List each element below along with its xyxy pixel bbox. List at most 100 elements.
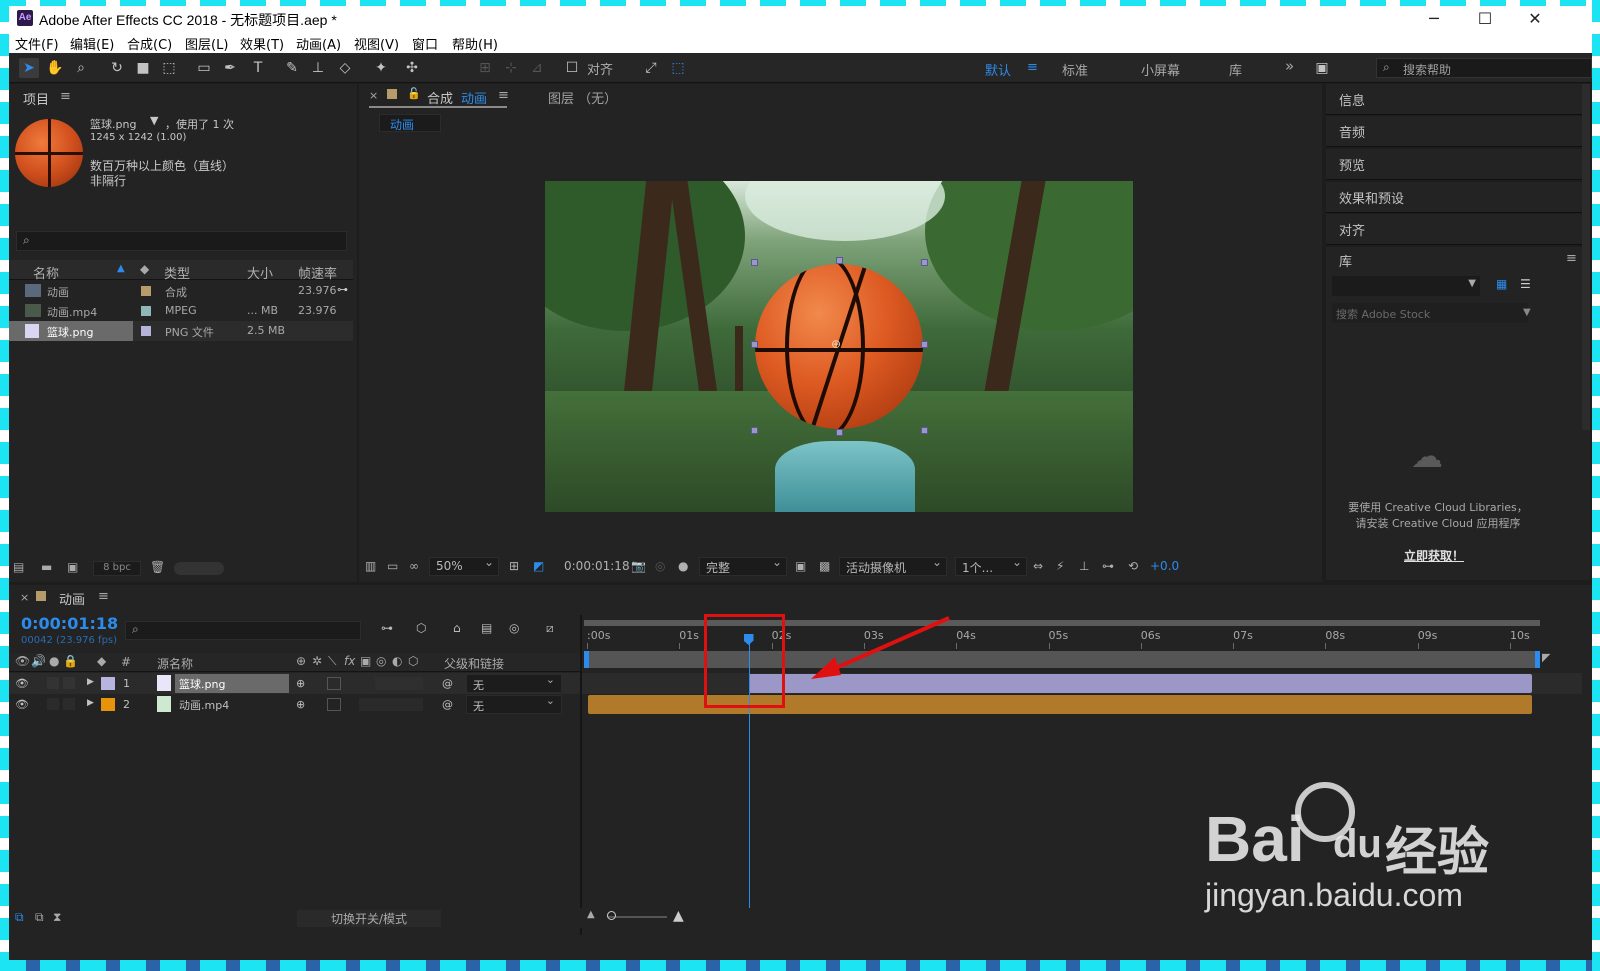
parent-dropdown[interactable]: 无 <box>466 673 562 693</box>
new-folder-icon[interactable]: ▬ <box>41 560 52 574</box>
library-menu-icon[interactable]: ≡ <box>1566 251 1577 266</box>
comp-marker-bin-icon[interactable]: ◤ <box>1542 651 1550 664</box>
toggle-switches-modes-button[interactable]: 切换开关/模式 <box>297 910 441 927</box>
type-tool-icon[interactable]: T <box>248 58 268 78</box>
timeline-current-time[interactable]: 0:00:01:18 <box>21 614 118 633</box>
label-col-icon[interactable]: ◆ <box>97 654 106 668</box>
snapshot-icon[interactable]: 📷 <box>631 559 646 573</box>
transform-handle[interactable] <box>836 429 843 436</box>
navigator-end-handle[interactable] <box>1535 651 1540 668</box>
visibility-eye-icon[interactable]: 👁 <box>15 698 29 711</box>
minimize-button[interactable]: ─ <box>1411 8 1457 30</box>
col-size[interactable]: 大小 <box>247 263 273 282</box>
comp-breadcrumb[interactable]: 动画 <box>379 114 441 132</box>
adjustment-switch-icon[interactable]: ◐ <box>392 654 402 668</box>
layer-row[interactable]: 👁 ▶ 2 动画.mp4 ⊕ @ 无 <box>9 694 580 715</box>
flowchart-icon[interactable]: ⊶ <box>1102 559 1114 573</box>
snapping-icon[interactable]: ⤢ <box>641 58 661 78</box>
align-checkbox[interactable]: ☐ <box>562 58 582 78</box>
effects-presets-panel-tab[interactable]: 效果和预设 <box>1326 182 1590 213</box>
zoom-slider-handle[interactable] <box>607 911 616 920</box>
delete-icon[interactable]: 🗑 <box>150 560 165 574</box>
shy-switch-icon[interactable]: ⊕ <box>296 654 306 668</box>
zoom-out-icon[interactable]: ▲ <box>587 909 595 920</box>
region-of-interest-icon[interactable]: ▣ <box>795 559 806 573</box>
parent-link-col[interactable]: 父级和链接 <box>444 655 504 672</box>
frame-blend-switch-icon[interactable]: ▣ <box>360 654 371 668</box>
view-axis-icon[interactable]: ⊿ <box>527 58 547 78</box>
layer-number-col[interactable]: # <box>121 655 131 669</box>
roto-brush-tool-icon[interactable]: ✦ <box>371 58 391 78</box>
visibility-col-icon[interactable]: 👁 <box>15 654 30 668</box>
timeline-comp-name[interactable]: 动画 <box>59 589 85 608</box>
col-name[interactable]: 名称 <box>33 263 59 282</box>
layer-switches[interactable] <box>359 698 423 711</box>
list-view-icon[interactable]: ☰ <box>1520 277 1531 291</box>
transform-handle[interactable] <box>751 427 758 434</box>
more-workspaces-icon[interactable]: » <box>1285 57 1294 75</box>
view-layout-dropdown[interactable]: 1个... <box>955 555 1027 576</box>
draft-3d-icon[interactable]: ⬡ <box>416 621 426 635</box>
pick-whip-icon[interactable]: @ <box>442 677 453 690</box>
project-menu-icon[interactable]: ≡ <box>60 89 71 104</box>
transfer-controls-toggle-icon[interactable]: ⧉ <box>35 910 44 925</box>
workspace-menu-icon[interactable]: ≡ <box>1027 60 1038 75</box>
solo-toggle[interactable] <box>47 698 59 710</box>
3d-switch-icon[interactable]: ⬡ <box>408 654 418 668</box>
timeline-zoom-slider[interactable] <box>607 916 667 918</box>
brush-tool-icon[interactable]: ✎ <box>282 58 302 78</box>
workspace-default[interactable]: 默认 <box>985 60 1011 79</box>
expand-triangle-icon[interactable]: ▶ <box>87 698 94 708</box>
timeline-menu-icon[interactable]: ≡ <box>98 589 109 604</box>
close-tab-icon[interactable]: × <box>369 89 378 102</box>
exposure-value[interactable]: +0.0 <box>1150 559 1179 573</box>
rectangle-tool-icon[interactable]: ▭ <box>194 58 214 78</box>
composition-viewer[interactable]: ⊕ <box>545 181 1133 512</box>
comp-tab-menu-icon[interactable]: ≡ <box>498 88 509 103</box>
workspace-library[interactable]: 库 <box>1229 60 1242 79</box>
adobe-stock-search-input[interactable]: 搜索 Adobe Stock <box>1332 303 1528 323</box>
color-depth-button[interactable]: 8 bpc <box>93 561 141 576</box>
motion-blur-switch-icon[interactable]: ◎ <box>376 654 386 668</box>
quality-switch-icon[interactable]: ⟍ <box>328 654 336 669</box>
label-tag-icon[interactable]: ◆ <box>140 262 149 276</box>
transform-handle[interactable] <box>751 259 758 266</box>
monitor-icon[interactable]: ▭ <box>387 559 398 573</box>
project-item-image[interactable]: 篮球.png PNG 文件 2.5 MB <box>9 321 353 341</box>
layer-label-color[interactable] <box>101 698 115 711</box>
transform-handle[interactable] <box>751 341 758 348</box>
get-now-link[interactable]: 立即获取！ <box>1404 547 1464 564</box>
mask-visibility-icon[interactable]: ◩ <box>533 559 544 573</box>
motion-blur-icon[interactable]: ◎ <box>509 621 519 635</box>
toggle-pixel-aspect-icon[interactable]: ⇔ <box>1033 559 1043 573</box>
project-search-input[interactable]: ⌕ <box>16 231 347 251</box>
local-axis-icon[interactable]: ⊞ <box>475 58 495 78</box>
transform-handle[interactable] <box>921 341 928 348</box>
layer-name[interactable]: 篮球.png <box>175 674 289 693</box>
menu-file[interactable]: 文件(F) <box>15 34 59 53</box>
camera-view-dropdown[interactable]: 活动摄像机 <box>839 555 947 576</box>
lock-toggle[interactable] <box>63 677 75 689</box>
clone-stamp-tool-icon[interactable]: ⊥ <box>308 58 328 78</box>
lock-col-icon[interactable]: 🔒 <box>63 654 78 668</box>
align-panel-tab[interactable]: 对齐 <box>1326 214 1590 245</box>
expand-triangle-icon[interactable]: ▶ <box>87 677 94 687</box>
graph-editor-icon[interactable]: ⧄ <box>546 621 554 636</box>
close-button[interactable]: ✕ <box>1512 8 1558 30</box>
new-composition-icon[interactable]: ▣ <box>67 560 78 574</box>
navigator-start-handle[interactable] <box>584 651 589 668</box>
search-help-toggle-icon[interactable]: ▣ <box>1312 58 1332 78</box>
col-type[interactable]: 类型 <box>164 263 190 282</box>
pick-whip-icon[interactable]: @ <box>442 698 453 711</box>
menu-window[interactable]: 窗口 <box>412 34 438 53</box>
col-fps[interactable]: 帧速率 <box>298 263 337 282</box>
interpret-footage-icon[interactable]: ▤ <box>13 560 24 574</box>
resolution-dropdown[interactable]: 完整 <box>699 555 787 576</box>
fast-preview-icon[interactable]: ⚡ <box>1056 559 1064 573</box>
library-select[interactable]: ▼ <box>1332 276 1480 296</box>
grid-view-icon[interactable]: ▦ <box>1496 277 1507 291</box>
thumbnail-size-slider[interactable] <box>174 562 224 575</box>
transform-handle[interactable] <box>921 427 928 434</box>
shy-layers-icon[interactable]: ⌂ <box>453 621 461 635</box>
solo-col-icon[interactable]: ● <box>49 654 59 668</box>
